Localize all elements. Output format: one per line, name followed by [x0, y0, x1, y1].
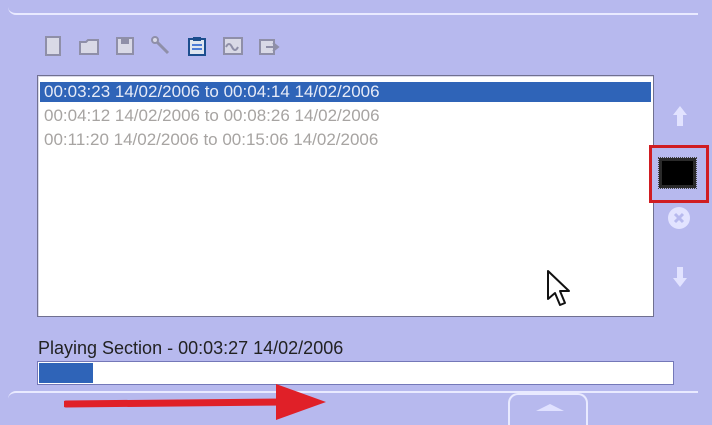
new-icon[interactable]: [40, 33, 66, 59]
panel-top-border: [8, 3, 698, 15]
wrench-icon[interactable]: [148, 33, 174, 59]
up-arrow-icon[interactable]: [667, 103, 693, 129]
list-item[interactable]: 00:11:20 14/02/2006 to 00:15:06 14/02/20…: [40, 130, 651, 150]
down-arrow-icon[interactable]: [667, 264, 693, 290]
stop-icon: [658, 157, 697, 189]
delete-icon[interactable]: [666, 205, 692, 231]
list-item[interactable]: 00:04:12 14/02/2006 to 00:08:26 14/02/20…: [40, 106, 651, 126]
toolbar: [40, 33, 282, 63]
collapse-button[interactable]: [508, 393, 588, 425]
chevron-up-icon: [536, 404, 564, 411]
stop-button[interactable]: [649, 145, 709, 203]
open-folder-icon[interactable]: [76, 33, 102, 59]
annotation-arrow-icon: [64, 384, 326, 420]
save-icon[interactable]: [112, 33, 138, 59]
export-icon[interactable]: [256, 33, 282, 59]
mouse-cursor-icon: [547, 270, 570, 306]
list-item[interactable]: 00:03:23 14/02/2006 to 00:04:14 14/02/20…: [40, 82, 651, 102]
waveform-icon[interactable]: [220, 33, 246, 59]
playing-status: Playing Section - 00:03:27 14/02/2006: [38, 338, 344, 358]
clipboard-icon[interactable]: [184, 33, 210, 59]
playlist-panel: 00:03:23 14/02/2006 to 00:04:14 14/02/20…: [0, 0, 712, 425]
